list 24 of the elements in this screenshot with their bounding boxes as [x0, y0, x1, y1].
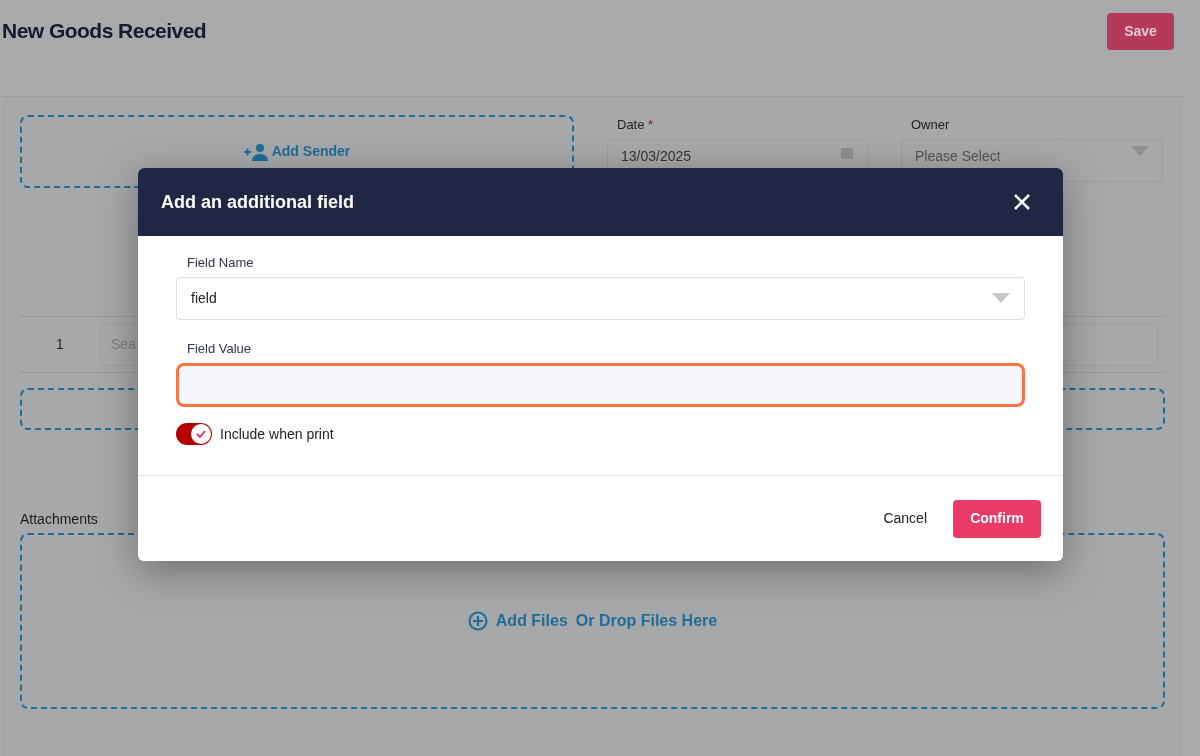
required-mark: * [648, 117, 654, 132]
field-value-input[interactable] [176, 363, 1025, 407]
close-icon[interactable] [1013, 193, 1031, 211]
dialog-title: Add an additional field [161, 190, 354, 214]
drop-hint: Or Drop Files Here [575, 611, 718, 631]
field-name-select[interactable]: field [176, 276, 1025, 320]
row-number: 1 [55, 335, 65, 354]
attachments-label: Attachments [20, 510, 98, 529]
caret-icon [992, 293, 1010, 303]
page-title: New Goods Received [1, 18, 207, 44]
save-button[interactable]: Save [1107, 13, 1174, 50]
cancel-button[interactable]: Cancel [883, 508, 927, 529]
include-toggle[interactable] [176, 423, 212, 445]
add-files-link[interactable]: Add Files [495, 609, 568, 633]
add-person-icon [243, 142, 268, 161]
owner-label: Owner [910, 116, 951, 134]
check-icon [195, 428, 207, 440]
caret-icon [1131, 145, 1149, 156]
add-circle-icon [467, 611, 488, 631]
field-value-label: Field Value [186, 339, 253, 358]
field-name-label: Field Name [186, 254, 255, 272]
confirm-button[interactable]: Confirm [953, 499, 1041, 538]
date-label: Date [617, 117, 645, 132]
include-toggle-label: Include when print [220, 424, 334, 444]
